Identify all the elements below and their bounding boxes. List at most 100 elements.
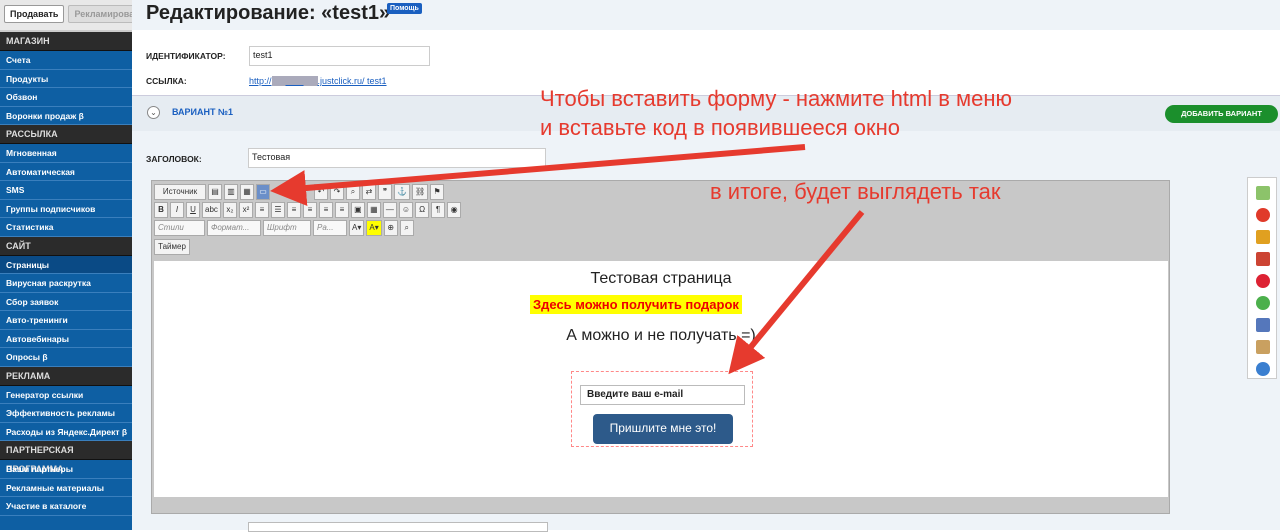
link-label: ССЫЛКА: <box>146 76 187 86</box>
bold-icon[interactable]: B <box>154 202 168 218</box>
sidebar-item[interactable]: Рекламные материалы <box>0 479 132 497</box>
id-input[interactable]: test1 <box>249 46 430 66</box>
sidebar-item[interactable]: Вирусная раскрутка <box>0 274 132 293</box>
sidebar-section-title: РАССЫЛКА <box>0 125 132 144</box>
annotation-line1: Чтобы вставить форму - нажмите html в ме… <box>540 86 1013 111</box>
sidebar-item[interactable]: Авто-тренинги <box>0 311 132 330</box>
iframe-icon[interactable]: ◉ <box>447 202 462 218</box>
sidebar-item[interactable]: Воронки продаж β <box>0 107 132 125</box>
sidebar-item[interactable]: Обзвон <box>0 88 132 107</box>
submit-button[interactable]: Пришлите мне это! <box>593 414 733 444</box>
special-char-icon[interactable]: Ω <box>415 202 430 218</box>
paste-word-icon[interactable]: ▦ <box>240 184 254 200</box>
sell-button[interactable]: Продавать <box>4 5 65 23</box>
sidebar-section-title: ПАРТНЕРСКАЯ ПРОГРАММА <box>0 441 132 474</box>
top-buttons: Продавать Рекламировать <box>0 0 151 32</box>
justify-icon[interactable]: ≡ <box>334 202 349 218</box>
content-gift-line: Здесь можно получить подарок <box>530 295 742 314</box>
heading-input[interactable]: Тестовая <box>248 148 546 168</box>
toolbar-row-2: B I U abc x₂ x² ≡ ☰ ≡ ≡ ≡ ≡ ▣ ▦ — ☺ Ω ¶ … <box>154 202 462 218</box>
format-select[interactable]: Формат... <box>207 220 261 236</box>
editor-content[interactable]: Тестовая страница Здесь можно получить п… <box>154 261 1168 497</box>
align-center-icon[interactable]: ≡ <box>302 202 317 218</box>
link-icon[interactable]: ⛓ <box>411 184 429 200</box>
hr-icon[interactable]: — <box>382 202 397 218</box>
users-icon[interactable] <box>1256 318 1270 332</box>
tools-icon[interactable] <box>1256 252 1270 266</box>
bottom-select[interactable] <box>248 522 548 532</box>
table-icon[interactable]: ▦ <box>366 202 381 218</box>
html-insert-icon[interactable]: ▭ <box>256 184 270 200</box>
source-button[interactable]: Источник <box>154 184 206 200</box>
sidebar: Продавать Рекламировать МАГАЗИН Счета Прод… <box>0 0 151 530</box>
maximize-icon[interactable]: ⊕ <box>383 220 398 236</box>
text-color-icon[interactable]: A▾ <box>349 220 365 236</box>
collapse-icon[interactable]: ⌄ <box>147 106 160 119</box>
sidebar-item[interactable]: SMS <box>0 181 132 200</box>
bullet-list-icon[interactable]: ☰ <box>270 202 285 218</box>
smiley-icon[interactable]: ☺ <box>398 202 414 218</box>
paste-text-icon[interactable]: ▥ <box>224 184 238 200</box>
undo-icon[interactable]: ↶ <box>314 184 328 200</box>
align-right-icon[interactable]: ≡ <box>318 202 333 218</box>
main-area: Редактирование: «test1» Помощь ИДЕНТИФИК… <box>132 0 1280 532</box>
align-left-icon[interactable]: ≡ <box>286 202 301 218</box>
sidebar-item[interactable]: Продукты <box>0 70 132 88</box>
sidebar-item[interactable]: Автоматическая <box>0 163 132 181</box>
italic-icon[interactable]: I <box>170 202 184 218</box>
rich-text-editor: Источник ▤ ▥ ▦ ▭ ↶ ↷ ⌕ ⇄ ❞ ⚓ ⛓ ⚑ B I U a… <box>151 180 1170 514</box>
sidebar-item[interactable]: Счета <box>0 51 132 70</box>
sidebar-item[interactable]: Статистика <box>0 218 132 237</box>
sidebar-item[interactable]: Расходы из Яндекс.Директ β <box>0 423 132 441</box>
pagebreak-icon[interactable]: ¶ <box>431 202 446 218</box>
sidebar-item[interactable]: Ваши партнеры <box>0 460 132 479</box>
calendar-icon[interactable] <box>1256 186 1270 200</box>
paste-icon[interactable]: ▤ <box>208 184 222 200</box>
record-icon[interactable] <box>1256 208 1270 222</box>
strike-icon[interactable]: abc <box>202 202 221 218</box>
sidebar-item[interactable]: Страницы <box>0 255 132 274</box>
sidebar-item[interactable]: Автовебинары <box>0 330 132 348</box>
page-link[interactable]: http://xxxx .justclick.ru/ test1 <box>249 76 387 86</box>
styles-select[interactable]: Стили <box>154 220 205 236</box>
nav-list: МАГАЗИН Счета Продукты Обзвон Воронки продаж… <box>0 32 132 516</box>
ordered-list-icon[interactable]: ≡ <box>254 202 269 218</box>
toolbar-row-3: Стили Формат... Шрифт Ра... A▾ A▾ ⊕ ⌕ <box>154 220 414 236</box>
size-select[interactable]: Ра... <box>313 220 347 236</box>
underline-icon[interactable]: U <box>186 202 200 218</box>
page-title: Редактирование: «test1» <box>146 2 391 24</box>
sidebar-item[interactable]: Эффективность рекламы <box>0 404 132 423</box>
hourglass-icon[interactable] <box>1256 340 1270 354</box>
replace-icon[interactable]: ⇄ <box>362 184 376 200</box>
font-select[interactable]: Шрифт <box>263 220 311 236</box>
megaphone-icon[interactable] <box>1256 274 1270 288</box>
sidebar-item[interactable]: Группы подписчиков <box>0 200 132 218</box>
content-title: Тестовая страница <box>590 270 732 287</box>
sidebar-section-title: МАГАЗИН <box>0 32 132 51</box>
sidebar-item[interactable]: Участие в каталоге <box>0 497 132 516</box>
sidebar-item[interactable]: Опросы β <box>0 348 132 367</box>
tag-icon[interactable] <box>1256 230 1270 244</box>
flag-icon[interactable]: ⚑ <box>430 184 445 200</box>
blockquote-icon[interactable]: ❞ <box>378 184 392 200</box>
anchor-icon[interactable]: ⚓ <box>394 184 410 200</box>
preview-icon[interactable]: ⌕ <box>399 220 414 236</box>
sidebar-item[interactable]: Генератор ссылки <box>0 386 132 404</box>
check-icon[interactable] <box>1256 296 1270 310</box>
superscript-icon[interactable]: x² <box>238 202 253 218</box>
image-icon[interactable]: ▣ <box>350 202 365 218</box>
timer-button[interactable]: Таймер <box>154 239 190 255</box>
sidebar-item[interactable]: Мгновенная <box>0 144 132 163</box>
right-toolbar <box>1247 177 1277 379</box>
at-icon[interactable] <box>1256 362 1270 376</box>
find-icon[interactable]: ⌕ <box>346 184 360 200</box>
sidebar-item[interactable]: Сбор заявок <box>0 293 132 311</box>
subscript-icon[interactable]: x₂ <box>222 202 237 218</box>
email-field[interactable]: Введите ваш e-mail <box>580 385 745 405</box>
bg-color-icon[interactable]: A▾ <box>366 220 382 236</box>
help-button[interactable]: Помощь <box>387 3 422 14</box>
link-blur: xxxx <box>271 76 318 86</box>
redo-icon[interactable]: ↷ <box>330 184 344 200</box>
add-variant-button[interactable]: ДОБАВИТЬ ВАРИАНТ <box>1165 105 1278 123</box>
